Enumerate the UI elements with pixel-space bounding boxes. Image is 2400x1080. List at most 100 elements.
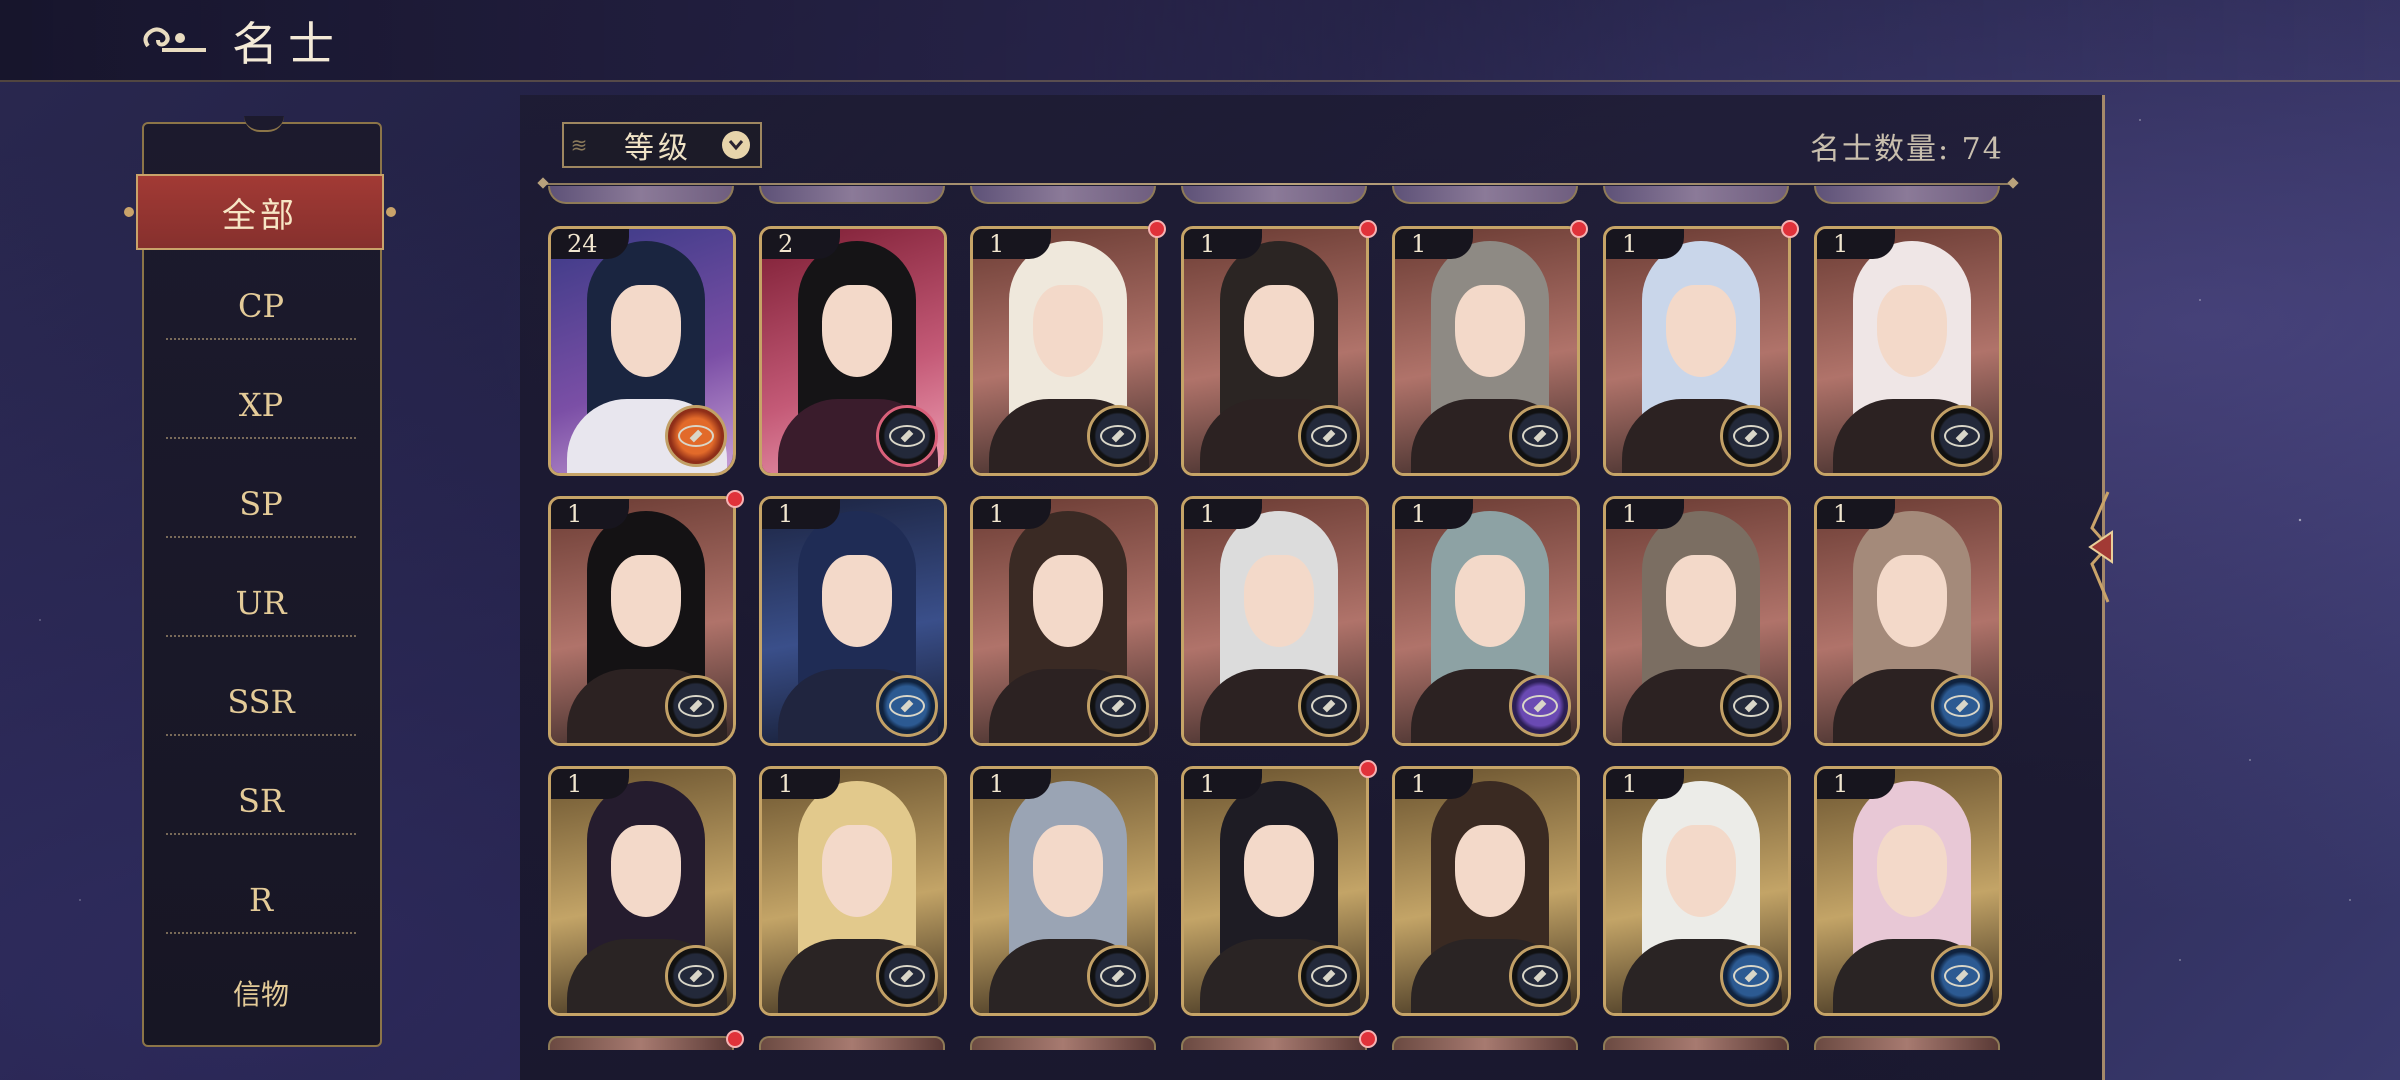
character-card[interactable]: 1 bbox=[1603, 496, 1791, 746]
character-card[interactable]: 1 bbox=[548, 496, 736, 746]
compass-icon bbox=[1087, 405, 1149, 467]
character-card[interactable]: 1 bbox=[1181, 766, 1369, 1016]
sidebar-ornament bbox=[244, 116, 284, 132]
faction-emblem bbox=[1311, 425, 1347, 447]
sort-label: 等级 bbox=[624, 131, 692, 166]
character-card[interactable]: 1 bbox=[1392, 226, 1580, 476]
notification-dot bbox=[1570, 220, 1588, 238]
compass-icon bbox=[1298, 675, 1360, 737]
portrait-face bbox=[1666, 285, 1736, 377]
character-card[interactable]: 1 bbox=[1181, 226, 1369, 476]
portrait-face bbox=[1666, 825, 1736, 917]
portrait-face bbox=[1877, 285, 1947, 377]
portrait-face bbox=[1455, 555, 1525, 647]
character-card[interactable]: 1 bbox=[759, 496, 947, 746]
portrait-face bbox=[1877, 555, 1947, 647]
character-card[interactable]: 1 bbox=[1814, 226, 2002, 476]
blue-compass-icon bbox=[1931, 945, 1993, 1007]
partial-card[interactable] bbox=[1603, 1036, 1789, 1050]
compass-icon bbox=[876, 945, 938, 1007]
level-badge: 1 bbox=[1817, 499, 1895, 529]
portrait-face bbox=[611, 555, 681, 647]
partial-card[interactable] bbox=[759, 1036, 945, 1050]
faction-emblem bbox=[1100, 695, 1136, 717]
partial-card[interactable] bbox=[548, 186, 734, 204]
faction-emblem bbox=[1100, 965, 1136, 987]
character-card[interactable]: 1 bbox=[970, 226, 1158, 476]
compass-icon bbox=[1087, 675, 1149, 737]
level-badge: 1 bbox=[973, 229, 1051, 259]
character-card[interactable]: 1 bbox=[1814, 766, 2002, 1016]
character-card[interactable]: 1 bbox=[1181, 496, 1369, 746]
portrait-face bbox=[1455, 285, 1525, 377]
character-card[interactable]: 1 bbox=[1814, 496, 2002, 746]
partial-card[interactable] bbox=[548, 1036, 734, 1050]
level-badge: 1 bbox=[1395, 229, 1473, 259]
portrait-face bbox=[1244, 825, 1314, 917]
portrait-face bbox=[1033, 555, 1103, 647]
faction-emblem bbox=[1733, 965, 1769, 987]
partial-card[interactable] bbox=[970, 1036, 1156, 1050]
compass-icon bbox=[1720, 405, 1782, 467]
category-xp[interactable]: XP bbox=[166, 373, 356, 439]
category-ssr[interactable]: SSR bbox=[166, 670, 356, 736]
character-card[interactable]: 1 bbox=[970, 766, 1158, 1016]
faction-emblem bbox=[1944, 965, 1980, 987]
partial-card[interactable] bbox=[1814, 1036, 2000, 1050]
sort-dropdown[interactable]: ≋ 等级 bbox=[562, 122, 762, 168]
character-card[interactable]: 1 bbox=[548, 766, 736, 1016]
partial-card[interactable] bbox=[1181, 186, 1367, 204]
character-card[interactable]: 24 bbox=[548, 226, 736, 476]
level-badge: 1 bbox=[1184, 229, 1262, 259]
faction-emblem bbox=[889, 425, 925, 447]
partial-card[interactable] bbox=[970, 186, 1156, 204]
category-cp[interactable]: CP bbox=[166, 274, 356, 340]
character-card[interactable]: 1 bbox=[1392, 496, 1580, 746]
category-sp[interactable]: SP bbox=[166, 472, 356, 538]
category-r[interactable]: R bbox=[166, 868, 356, 934]
level-badge: 1 bbox=[1395, 769, 1473, 799]
collapse-arrow-icon[interactable] bbox=[2078, 488, 2118, 606]
partial-card[interactable] bbox=[1392, 1036, 1578, 1050]
partial-card[interactable] bbox=[1181, 1036, 1367, 1050]
portrait-face bbox=[822, 825, 892, 917]
notification-dot bbox=[1148, 220, 1166, 238]
character-card[interactable]: 1 bbox=[1392, 766, 1580, 1016]
partial-card[interactable] bbox=[1814, 186, 2000, 204]
partial-card[interactable] bbox=[759, 186, 945, 204]
portrait-face bbox=[1877, 825, 1947, 917]
category-ur[interactable]: UR bbox=[166, 571, 356, 637]
faction-emblem bbox=[1311, 695, 1347, 717]
character-card[interactable]: 1 bbox=[1603, 766, 1791, 1016]
level-badge: 1 bbox=[973, 499, 1051, 529]
character-card[interactable]: 1 bbox=[970, 496, 1158, 746]
character-card[interactable]: 1 bbox=[759, 766, 947, 1016]
compass-icon bbox=[1087, 945, 1149, 1007]
portrait-face bbox=[822, 285, 892, 377]
red-orb-icon bbox=[665, 405, 727, 467]
compass-icon bbox=[1931, 405, 1993, 467]
level-badge: 1 bbox=[1606, 769, 1684, 799]
level-badge: 1 bbox=[1606, 229, 1684, 259]
character-card[interactable]: 1 bbox=[1603, 226, 1791, 476]
character-card[interactable]: 2 bbox=[759, 226, 947, 476]
compass-icon bbox=[1509, 405, 1571, 467]
level-badge: 1 bbox=[762, 769, 840, 799]
category-token[interactable]: 信物 bbox=[166, 960, 356, 1026]
category-all[interactable]: 全部 bbox=[124, 174, 396, 250]
partial-card[interactable] bbox=[1603, 186, 1789, 204]
faction-emblem bbox=[889, 695, 925, 717]
cloud-swirl-icon[interactable] bbox=[140, 16, 210, 64]
faction-emblem bbox=[678, 425, 714, 447]
blue-compass-icon bbox=[1931, 675, 1993, 737]
blue-compass-icon bbox=[1720, 945, 1782, 1007]
category-sr[interactable]: SR bbox=[166, 769, 356, 835]
compass-icon bbox=[876, 405, 938, 467]
portrait-face bbox=[611, 285, 681, 377]
portrait-face bbox=[1666, 555, 1736, 647]
portrait-face bbox=[1244, 285, 1314, 377]
portrait-face bbox=[1455, 825, 1525, 917]
faction-emblem bbox=[1311, 965, 1347, 987]
character-count: 名士数量: 74 bbox=[1810, 132, 2004, 167]
partial-card[interactable] bbox=[1392, 186, 1578, 204]
